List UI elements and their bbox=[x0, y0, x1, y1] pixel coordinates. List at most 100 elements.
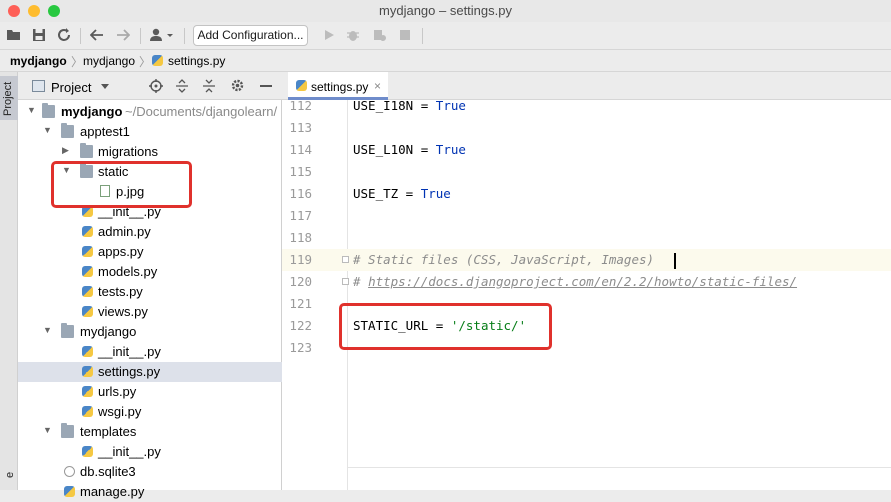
tree-item-label: mydjango bbox=[61, 104, 123, 119]
line-number: 122 bbox=[289, 318, 312, 333]
code-line[interactable]: 117 bbox=[282, 205, 891, 227]
python-file-icon bbox=[82, 366, 93, 377]
line-number: 118 bbox=[289, 230, 312, 245]
code-line[interactable]: 112 USE_I18N = True bbox=[282, 95, 891, 117]
python-file-icon bbox=[152, 55, 163, 66]
locate-icon[interactable] bbox=[149, 79, 163, 96]
tree-item-urls[interactable]: urls.py bbox=[18, 382, 282, 402]
tree-item-label: views.py bbox=[98, 304, 148, 319]
tree-item-apptest1[interactable]: ▼ apptest1 bbox=[18, 122, 282, 142]
add-configuration-button[interactable]: Add Configuration... bbox=[193, 25, 308, 46]
tool-window-strip bbox=[0, 72, 18, 490]
code-line[interactable]: 113 bbox=[282, 117, 891, 139]
project-view-icon bbox=[32, 80, 45, 92]
back-arrow-icon[interactable] bbox=[88, 26, 106, 44]
python-file-icon bbox=[82, 406, 93, 417]
bottom-tool-window-label[interactable]: e bbox=[4, 472, 16, 478]
line-number: 123 bbox=[289, 340, 312, 355]
line-number: 114 bbox=[289, 142, 312, 157]
python-file-icon bbox=[82, 446, 93, 457]
highlight-static-folder bbox=[51, 161, 192, 208]
line-number: 116 bbox=[289, 186, 312, 201]
tree-item-manage[interactable]: manage.py bbox=[18, 482, 282, 502]
tree-item-label: settings.py bbox=[98, 364, 161, 379]
code-line[interactable]: 118 bbox=[282, 227, 891, 249]
code-text: USE_I18N = True bbox=[353, 98, 466, 113]
tree-item-mydjango-package[interactable]: ▼ mydjango bbox=[18, 322, 282, 342]
tree-item-label: admin.py bbox=[98, 224, 151, 239]
fold-marker-icon[interactable] bbox=[342, 278, 349, 285]
tree-item-migrations[interactable]: ▶ migrations bbox=[18, 142, 282, 162]
expand-all-icon[interactable] bbox=[176, 79, 188, 96]
chevron-down-icon[interactable]: ▼ bbox=[43, 125, 53, 137]
code-comment: # https://docs.djangoproject.com/en/2.2/… bbox=[353, 274, 798, 289]
fold-marker-icon[interactable] bbox=[342, 256, 349, 263]
code-line[interactable]: 115 bbox=[282, 161, 891, 183]
breadcrumb-package[interactable]: mydjango bbox=[83, 54, 135, 68]
docs-link[interactable]: https://docs.djangoproject.com/en/2.2/ho… bbox=[368, 274, 797, 289]
close-icon[interactable]: × bbox=[374, 79, 381, 93]
chevron-down-icon[interactable]: ▼ bbox=[27, 105, 37, 117]
code-line[interactable]: 114 USE_L10N = True bbox=[282, 139, 891, 161]
coverage-icon[interactable] bbox=[370, 26, 388, 44]
sync-icon[interactable] bbox=[55, 26, 73, 44]
save-icon[interactable] bbox=[30, 26, 48, 44]
chevron-down-icon[interactable] bbox=[101, 84, 109, 89]
debug-icon[interactable] bbox=[344, 26, 362, 44]
tree-item-templates[interactable]: ▼ templates bbox=[18, 422, 282, 442]
breadcrumb: mydjango 〉 mydjango 〉 settings.py bbox=[0, 50, 891, 72]
hide-panel-icon[interactable] bbox=[260, 85, 272, 87]
line-number: 112 bbox=[289, 98, 312, 113]
text-caret bbox=[674, 253, 676, 269]
chevron-right-icon[interactable]: ▶ bbox=[62, 145, 72, 157]
editor-divider bbox=[348, 467, 891, 468]
project-view-selector[interactable]: Project bbox=[51, 80, 91, 95]
tree-item-apps[interactable]: apps.py bbox=[18, 242, 282, 262]
open-folder-icon[interactable] bbox=[5, 26, 23, 44]
code-line[interactable]: 116 USE_TZ = True bbox=[282, 183, 891, 205]
line-number: 120 bbox=[289, 274, 312, 289]
run-icon[interactable] bbox=[320, 26, 338, 44]
tree-item-label: __init__.py bbox=[98, 444, 161, 459]
tree-item-label: apps.py bbox=[98, 244, 144, 259]
tree-item-wsgi[interactable]: wsgi.py bbox=[18, 402, 282, 422]
tree-item-project-root[interactable]: ▼ mydjango ~/Documents/djangolearn/ bbox=[18, 102, 282, 122]
folder-icon bbox=[61, 423, 74, 438]
tree-item-views[interactable]: views.py bbox=[18, 302, 282, 322]
tree-item-db-sqlite3[interactable]: db.sqlite3 bbox=[18, 462, 282, 482]
forward-arrow-icon[interactable] bbox=[114, 26, 132, 44]
folder-icon bbox=[42, 103, 55, 118]
code-line[interactable]: 120 # https://docs.djangoproject.com/en/… bbox=[282, 271, 891, 293]
main-toolbar: Add Configuration... bbox=[0, 22, 891, 50]
tab-label: settings.py bbox=[311, 80, 369, 94]
user-dropdown-icon[interactable] bbox=[147, 26, 177, 44]
folder-icon bbox=[80, 143, 93, 158]
collapse-all-icon[interactable] bbox=[203, 79, 215, 96]
tree-item-models[interactable]: models.py bbox=[18, 262, 282, 282]
highlight-static-url bbox=[339, 303, 552, 350]
tree-item-label: db.sqlite3 bbox=[80, 464, 136, 479]
project-tool-window-label: Project bbox=[2, 81, 14, 116]
python-file-icon bbox=[82, 266, 93, 277]
tree-item-label: urls.py bbox=[98, 384, 137, 399]
code-comment: # Static files (CSS, JavaScript, Images) bbox=[353, 252, 655, 267]
code-line-current[interactable]: 119 # Static files (CSS, JavaScript, Ima… bbox=[282, 249, 891, 271]
project-tool-window-button[interactable]: Project bbox=[0, 76, 18, 120]
code-text: USE_TZ = True bbox=[353, 186, 451, 201]
chevron-down-icon[interactable]: ▼ bbox=[43, 325, 53, 337]
breadcrumb-file[interactable]: settings.py bbox=[168, 54, 225, 68]
breadcrumb-project[interactable]: mydjango bbox=[10, 54, 67, 68]
tree-item-tests[interactable]: tests.py bbox=[18, 282, 282, 302]
chevron-down-icon[interactable]: ▼ bbox=[43, 425, 53, 437]
code-editor: settings.py × 112 USE_I18N = True 113 11… bbox=[282, 72, 891, 490]
stop-icon[interactable] bbox=[396, 26, 414, 44]
tree-item-init[interactable]: __init__.py bbox=[18, 342, 282, 362]
tree-item-label: tests.py bbox=[98, 284, 143, 299]
tree-item-admin[interactable]: admin.py bbox=[18, 222, 282, 242]
window-title: mydjango – settings.py bbox=[379, 3, 512, 18]
project-panel: Project ▼ mydjango ~/Documents/djangolea… bbox=[18, 72, 282, 499]
line-number: 113 bbox=[289, 120, 312, 135]
gear-icon[interactable] bbox=[230, 78, 245, 96]
tree-item-init[interactable]: __init__.py bbox=[18, 442, 282, 462]
tree-item-settings[interactable]: settings.py bbox=[18, 362, 282, 382]
